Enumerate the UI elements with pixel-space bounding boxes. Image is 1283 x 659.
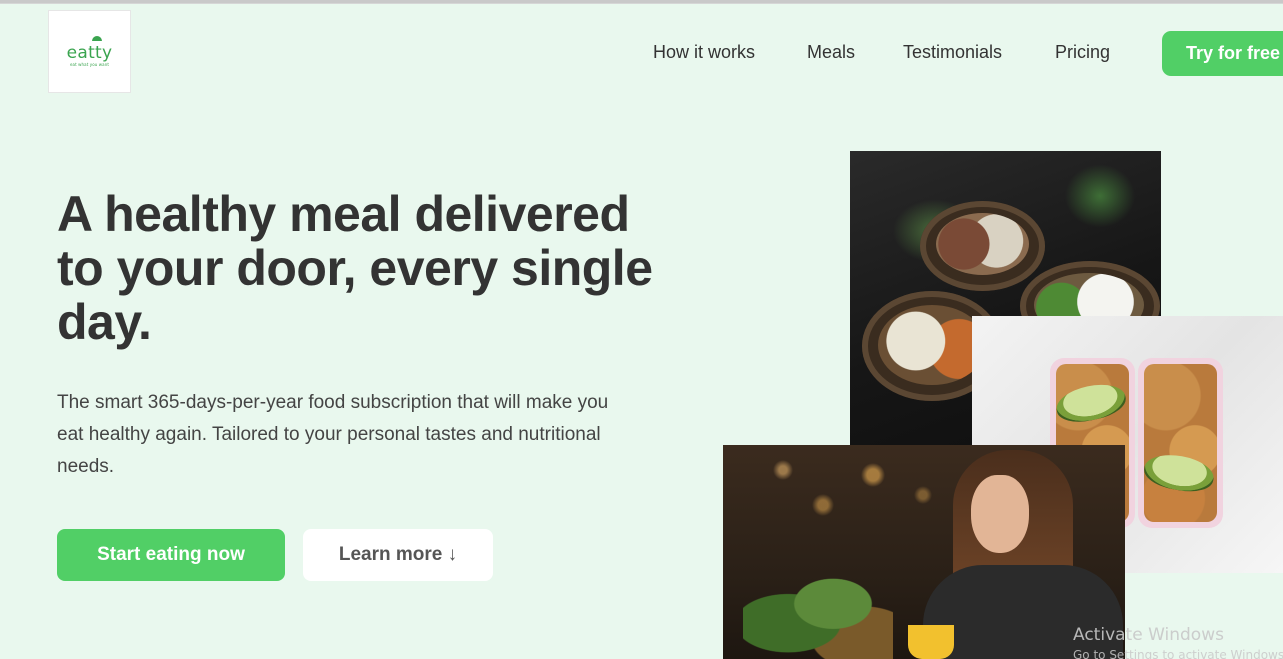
woman-eating-photo: [723, 445, 1125, 659]
woman-face: [971, 475, 1029, 553]
logo-dome-icon: [91, 36, 102, 41]
activate-windows-title: Activate Windows: [1073, 625, 1224, 645]
hero-title: A healthy meal delivered to your door, e…: [57, 186, 653, 350]
nav-link-testimonials[interactable]: Testimonials: [903, 42, 1002, 63]
hero-description: The smart 365-days-per-year food subscri…: [57, 392, 609, 477]
nav-link-meals[interactable]: Meals: [807, 42, 855, 63]
bowl-rice-asparagus: [920, 201, 1045, 291]
lunchbox-right: [1138, 358, 1223, 528]
learn-more-button[interactable]: Learn more ↓: [303, 529, 493, 581]
yellow-cup: [908, 625, 954, 659]
start-eating-now-button[interactable]: Start eating now: [57, 529, 285, 581]
top-border: [0, 3, 1283, 4]
plants: [743, 565, 893, 659]
main-nav: How it works Meals Testimonials Pricing: [0, 42, 1283, 66]
activate-windows-subtitle: Go to Settings to activate Windows.: [1073, 648, 1283, 659]
nav-link-pricing[interactable]: Pricing: [1055, 42, 1110, 63]
try-for-free-button[interactable]: Try for free: [1162, 31, 1283, 76]
nav-link-how-it-works[interactable]: How it works: [653, 42, 755, 63]
